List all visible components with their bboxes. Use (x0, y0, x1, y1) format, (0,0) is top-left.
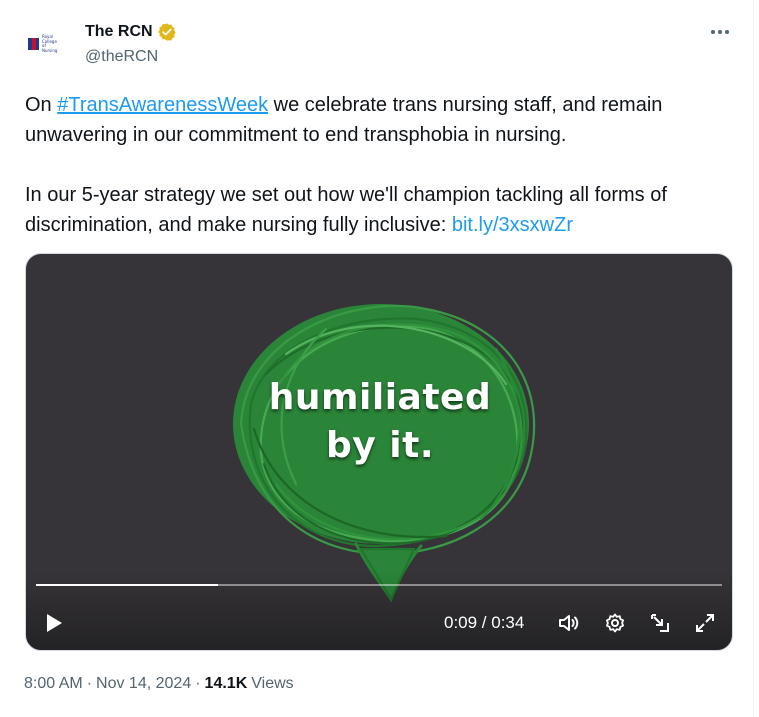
picture-in-picture-icon[interactable] (648, 611, 672, 635)
play-icon[interactable] (42, 611, 66, 635)
author-name-row: The RCN (85, 22, 177, 42)
tweet-time[interactable]: 8:00 AM (24, 675, 83, 693)
hashtag-link[interactable]: #TransAwarenessWeek (57, 94, 268, 116)
volume-icon[interactable] (557, 611, 581, 635)
tweet-card: Royal College of Nursing The RCN @theRCN… (0, 0, 754, 717)
settings-gear-icon[interactable] (603, 611, 627, 635)
views-label: Views (251, 675, 294, 692)
tweet-meta: 8:00 AM · Nov 14, 2024 · 14.1K Views (24, 675, 294, 693)
avatar-logo-text: Royal College of Nursing (42, 34, 58, 53)
tweet-paragraph-1: On #TransAwarenessWeek we celebrate tran… (25, 94, 663, 146)
video-time: 0:09 / 0:34 (444, 613, 525, 632)
controls-gradient (26, 570, 732, 650)
strategy-link[interactable]: bit.ly/3xsxwZr (452, 214, 573, 236)
caption-line-2: by it. (326, 425, 434, 466)
rcn-logo-icon (28, 38, 39, 50)
video-progress-bar[interactable] (36, 584, 722, 586)
tweet-date[interactable]: Nov 14, 2024 (96, 675, 191, 693)
views-count: 14.1K (204, 675, 248, 692)
more-options-icon[interactable] (708, 22, 732, 42)
video-caption: humiliated by it. (26, 374, 732, 470)
tweet-paragraph-2: In our 5-year strategy we set out how we… (25, 184, 667, 236)
author-display-name[interactable]: The RCN (85, 23, 153, 41)
verified-badge-icon[interactable] (157, 22, 177, 42)
video-progress-fill (36, 584, 218, 586)
caption-line-1: humiliated (268, 377, 492, 418)
author-handle[interactable]: @theRCN (85, 48, 158, 66)
video-player[interactable]: humiliated by it. 0:09 / 0:34 (25, 253, 733, 651)
tweet-text: On #TransAwarenessWeek we celebrate tran… (25, 90, 735, 240)
fullscreen-icon[interactable] (693, 611, 717, 635)
author-avatar[interactable]: Royal College of Nursing (24, 24, 64, 64)
